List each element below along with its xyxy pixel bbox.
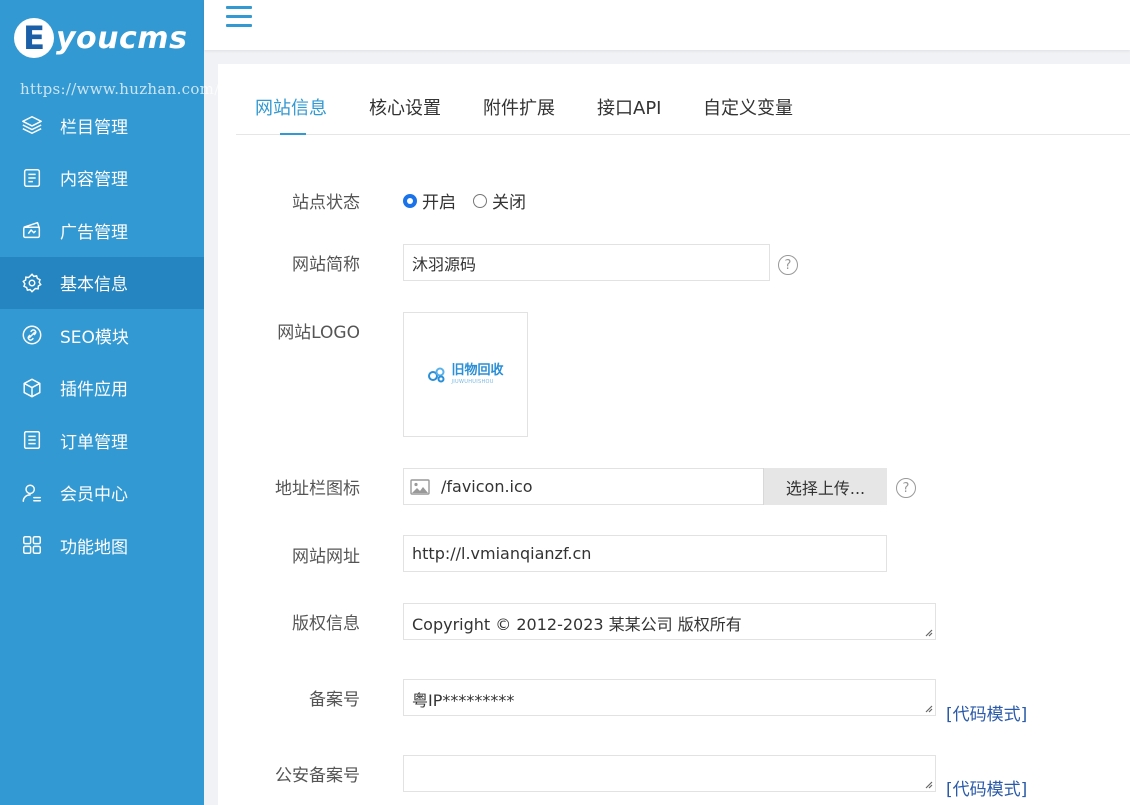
police-icp-textarea[interactable]: [403, 755, 936, 792]
sidebar-item-label: 插件应用: [60, 380, 128, 401]
sidebar-item-label: 订单管理: [60, 432, 128, 453]
tab-api[interactable]: 接口API: [597, 94, 661, 120]
logo-mark: E: [14, 18, 54, 58]
list-icon: [21, 429, 43, 451]
tab-attachment[interactable]: 附件扩展: [483, 94, 555, 120]
resize-handle-icon[interactable]: [924, 628, 933, 637]
main-panel: 网站信息 核心设置 附件扩展 接口API 自定义变量 站点状态 开启 关闭 网站…: [218, 64, 1130, 805]
tab-custom-vars[interactable]: 自定义变量: [703, 94, 793, 120]
sidebar-item-label: 广告管理: [60, 222, 128, 243]
site-name-input[interactable]: 沐羽源码: [403, 244, 770, 281]
active-tab-indicator: [280, 133, 306, 135]
site-logo-image: 旧物回收 JIUWUHUISHOU: [427, 364, 504, 385]
hamburger-menu-icon[interactable]: [226, 6, 252, 32]
ad-icon: [21, 219, 43, 241]
radio-dot: [473, 193, 487, 208]
settings-tabs: 网站信息 核心设置 附件扩展 接口API 自定义变量: [236, 82, 1130, 135]
status-closed-radio[interactable]: 关闭: [473, 188, 526, 213]
seo-icon: [21, 324, 43, 346]
sidebar-item-plugins[interactable]: 插件应用: [0, 362, 204, 415]
grid-icon: [21, 534, 43, 556]
site-url-label: 网站网址: [292, 547, 360, 567]
help-icon[interactable]: ?: [896, 478, 916, 498]
watermark-text: https://www.huzhan.com/ishop51363: [20, 80, 312, 98]
icp-code-mode-link[interactable]: [代码模式]: [946, 700, 1027, 725]
status-open-radio[interactable]: 开启: [403, 188, 456, 213]
sidebar-item-label: 功能地图: [60, 537, 128, 558]
document-icon: [21, 167, 43, 189]
site-url-input[interactable]: http://l.vmianqianzf.cn: [403, 535, 887, 572]
copyright-label: 版权信息: [292, 614, 360, 634]
icp-label: 备案号: [309, 690, 360, 710]
site-logo-preview[interactable]: 旧物回收 JIUWUHUISHOU: [403, 312, 528, 437]
sidebar-item-orders[interactable]: 订单管理: [0, 414, 204, 467]
sidebar-item-label: 基本信息: [60, 275, 128, 296]
radio-dot: [403, 193, 417, 208]
sidebar-item-label: SEO模块: [60, 327, 129, 348]
site-logo-label: 网站LOGO: [277, 323, 360, 343]
police-icp-label: 公安备案号: [275, 766, 360, 786]
sidebar-item-label: 内容管理: [60, 170, 128, 191]
tab-core-settings[interactable]: 核心设置: [369, 94, 441, 120]
logo-wordmark: youcms: [56, 20, 188, 56]
help-icon[interactable]: ?: [778, 255, 798, 275]
recycle-logo-icon: [428, 367, 445, 382]
user-icon: [21, 482, 43, 504]
layers-icon: [21, 114, 43, 136]
site-status-label: 站点状态: [292, 193, 360, 213]
image-icon: [410, 478, 430, 495]
top-bar: [204, 0, 1130, 50]
cube-icon: [21, 377, 43, 399]
copyright-textarea[interactable]: Copyright © 2012-2023 某某公司 版权所有: [403, 603, 936, 640]
sidebar-item-label: 会员中心: [60, 485, 128, 506]
sidebar-item-label: 栏目管理: [60, 117, 128, 138]
app-logo[interactable]: E youcms: [14, 14, 187, 62]
resize-handle-icon[interactable]: [924, 780, 933, 789]
sidebar-item-category[interactable]: 栏目管理: [0, 99, 204, 152]
gear-icon: [21, 272, 43, 294]
site-name-label: 网站简称: [292, 255, 360, 275]
upload-button[interactable]: 选择上传...: [763, 468, 887, 505]
resize-handle-icon[interactable]: [924, 704, 933, 713]
favicon-label: 地址栏图标: [275, 479, 360, 499]
icp-textarea[interactable]: 粤IP*********: [403, 679, 936, 716]
police-icp-code-mode-link[interactable]: [代码模式]: [946, 775, 1027, 800]
